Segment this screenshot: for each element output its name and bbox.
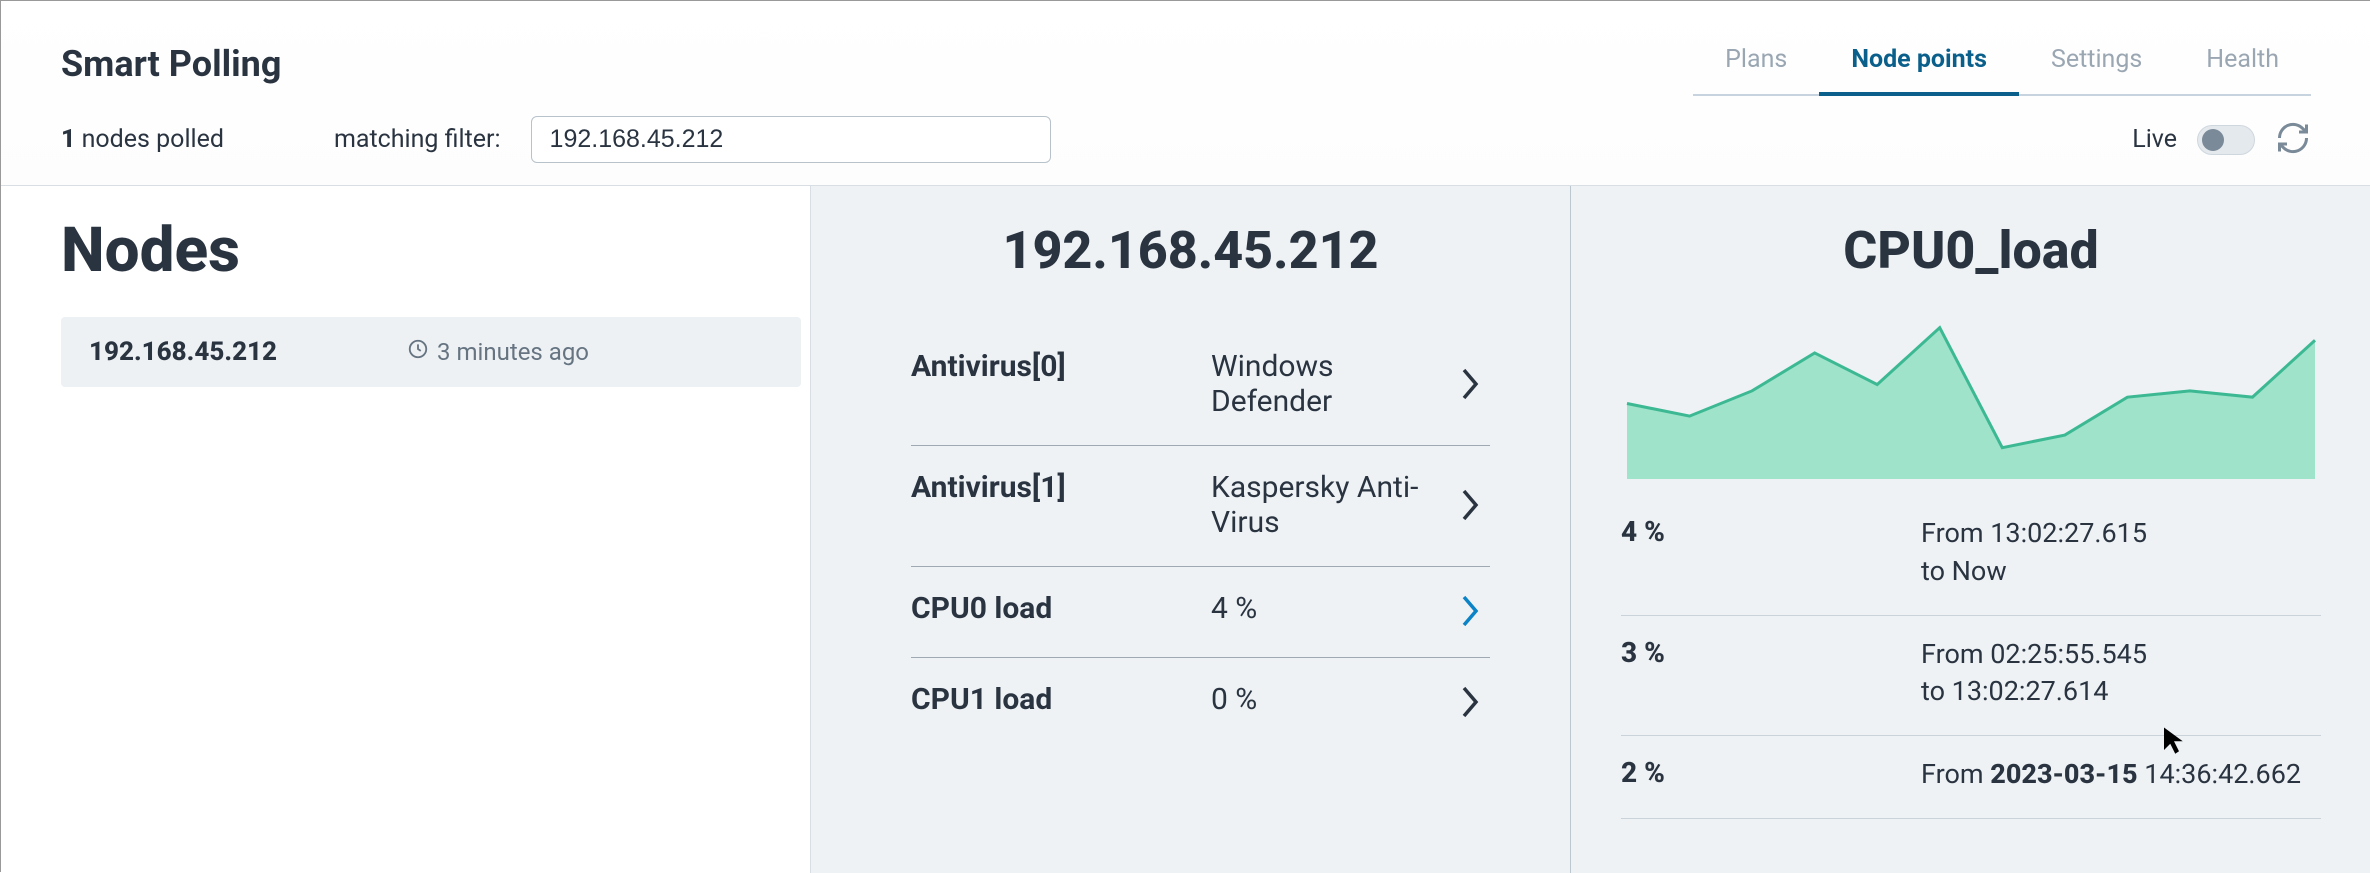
history-range: From 13:02:27.615 to Now [1921,515,2321,591]
metric-name: Antivirus[0] [911,349,1211,384]
nodes-polled-number: 1 [61,125,75,154]
chevron-right-icon[interactable] [1450,591,1490,631]
metric-name: Antivirus[1] [911,470,1211,505]
live-toggle[interactable] [2197,125,2255,155]
metric-value: 4 % [1211,591,1450,626]
nodes-polled-suffix: nodes polled [75,125,224,154]
app-title: Smart Polling [61,43,281,85]
sparkline-chart [1621,309,2321,479]
detail-ip: 192.168.45.212 [811,220,1570,325]
node-row[interactable]: 192.168.45.212 3 minutes ago [61,317,801,387]
cursor-icon [2161,725,2187,755]
history-row: 2 % From 2023-03-15 14:36:42.662 [1621,736,2321,819]
tab-bar: Plans Node points Settings Health [1693,31,2311,96]
tab-plans[interactable]: Plans [1693,31,1819,96]
metric-value: 0 % [1211,682,1450,717]
node-age-text: 3 minutes ago [437,338,589,366]
metric-row[interactable]: CPU1 load 0 % [911,658,1490,748]
metric-name: CPU1 load [911,682,1211,717]
chart-panel: CPU0_load 4 % From 13:02:27.615 to Now 3… [1571,186,2370,873]
nodes-panel: Nodes 192.168.45.212 3 minutes ago [1,186,811,873]
toggle-knob [2202,129,2224,151]
chevron-right-icon[interactable] [1450,364,1490,404]
live-label: Live [2132,125,2177,154]
history-value: 2 % [1621,756,1921,794]
clock-icon [407,338,429,366]
chart-title: CPU0_load [1621,220,2321,309]
detail-panel: 192.168.45.212 Antivirus[0] Windows Defe… [811,186,1571,873]
refresh-icon[interactable] [2275,120,2311,160]
matching-filter-label: matching filter: [334,125,501,154]
history-row: 3 % From 02:25:55.545 to 13:02:27.614 [1621,616,2321,737]
history-range: From 2023-03-15 14:36:42.662 [1921,756,2321,794]
metric-row[interactable]: Antivirus[0] Windows Defender [911,325,1490,446]
metric-row[interactable]: Antivirus[1] Kaspersky Anti-Virus [911,446,1490,567]
nodes-polled-count: 1 nodes polled [61,125,224,154]
history-value: 4 % [1621,515,1921,591]
history-value: 3 % [1621,636,1921,712]
tab-node-points[interactable]: Node points [1819,31,2019,96]
node-age: 3 minutes ago [407,338,589,366]
metric-row[interactable]: CPU0 load 4 % [911,567,1490,658]
history-range: From 02:25:55.545 to 13:02:27.614 [1921,636,2321,712]
tab-health[interactable]: Health [2174,31,2311,96]
chevron-right-icon[interactable] [1450,485,1490,525]
node-ip: 192.168.45.212 [89,337,277,367]
chevron-right-icon[interactable] [1450,682,1490,722]
header: Smart Polling Plans Node points Settings… [1,1,2370,185]
history-list: 4 % From 13:02:27.615 to Now 3 % From 02… [1621,495,2321,819]
metric-value: Kaspersky Anti-Virus [1211,470,1450,540]
metric-name: CPU0 load [911,591,1211,626]
metric-value: Windows Defender [1211,349,1450,419]
history-row: 4 % From 13:02:27.615 to Now [1621,495,2321,616]
filter-input[interactable] [531,116,1051,163]
tab-settings[interactable]: Settings [2019,31,2174,96]
nodes-heading: Nodes [61,214,810,287]
